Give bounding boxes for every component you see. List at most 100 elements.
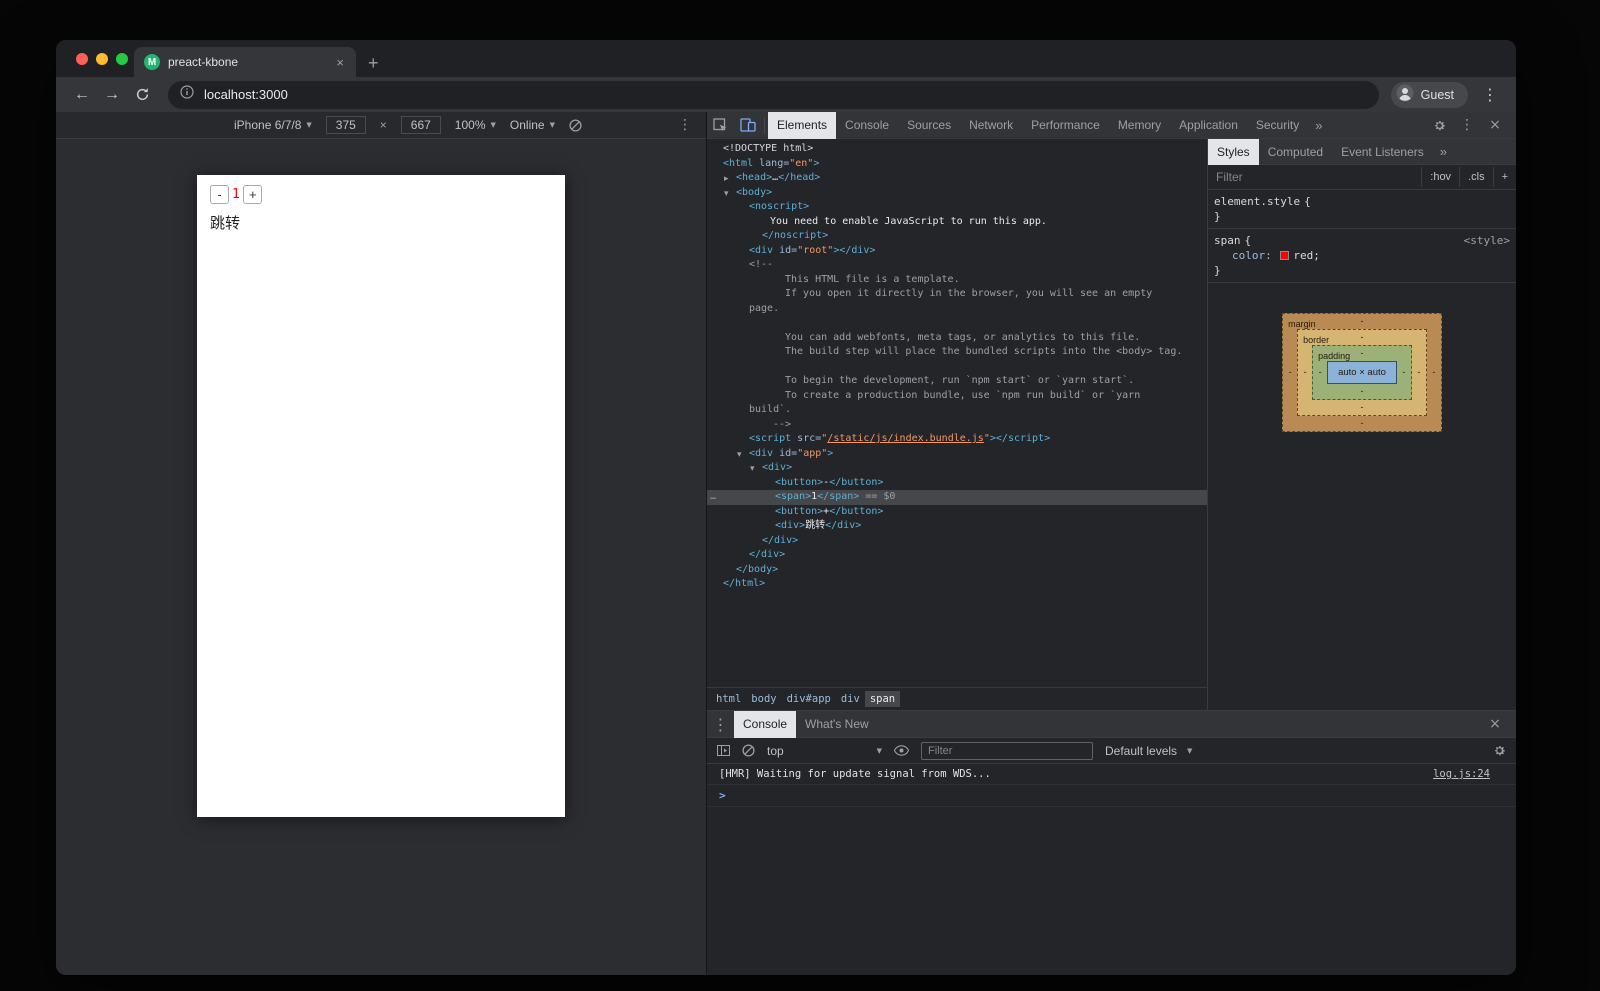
styles-tab-event-listeners[interactable]: Event Listeners [1332, 139, 1433, 165]
dom-tree-row[interactable] [707, 360, 1207, 375]
more-tabs-icon[interactable]: » [1308, 118, 1329, 133]
dom-tree-row[interactable]: </body> [707, 563, 1207, 578]
live-expression-eye-icon[interactable] [894, 745, 909, 756]
dom-tree-row[interactable]: </noscript> [707, 229, 1207, 244]
element-style-rule[interactable]: element.style{ [1208, 194, 1516, 209]
new-style-rule-button[interactable]: + [1493, 167, 1516, 187]
dom-tree-row[interactable]: </html> [707, 577, 1207, 592]
dom-tree-row[interactable]: build`. [707, 403, 1207, 418]
dom-tree-row[interactable]: page. [707, 302, 1207, 317]
zoom-window-button[interactable] [116, 53, 128, 65]
breadcrumb-item-div[interactable]: div [836, 691, 865, 707]
device-select[interactable]: iPhone 6/7/8 ▼ [234, 118, 312, 132]
rule-origin-link[interactable]: <style> [1464, 233, 1510, 248]
minimize-window-button[interactable] [96, 53, 108, 65]
dom-tree-row[interactable]: …<span>1</span> == $0 [707, 490, 1207, 505]
viewport-height-input[interactable]: 667 [401, 116, 441, 134]
zoom-select[interactable]: 100% ▼ [455, 118, 496, 132]
breadcrumb-item-span[interactable]: span [865, 691, 900, 707]
tab-close-icon[interactable]: × [334, 55, 346, 70]
forward-icon[interactable]: → [98, 81, 126, 109]
dom-tree-row[interactable]: If you open it directly in the browser, … [707, 287, 1207, 302]
toggle-pseudo-classes-button[interactable]: :hov [1421, 167, 1459, 187]
dom-tree-row[interactable]: </div> [707, 534, 1207, 549]
browser-tab[interactable]: M preact-kbone × [134, 47, 356, 77]
drawer-menu-kebab-icon[interactable]: ⋮ [707, 711, 734, 738]
css-declaration[interactable]: color: red; [1208, 248, 1516, 263]
dom-tree-row[interactable]: <button>+</button> [707, 505, 1207, 520]
collapse-arrow-icon[interactable]: ▾ [724, 187, 729, 202]
dom-tree-row[interactable]: To begin the development, run `npm start… [707, 374, 1207, 389]
toggle-element-classes-button[interactable]: .cls [1459, 167, 1493, 187]
console-filter-input[interactable] [921, 742, 1093, 760]
box-model-content[interactable]: auto × auto [1327, 361, 1397, 384]
breadcrumb-item-html[interactable]: html [711, 691, 746, 707]
dom-tree-row[interactable]: <html lang="en"> [707, 157, 1207, 172]
dom-tree-row[interactable]: You need to enable JavaScript to run thi… [707, 215, 1207, 230]
dom-tree-row[interactable] [707, 316, 1207, 331]
devtools-tab-console[interactable]: Console [836, 112, 898, 139]
profile-button[interactable]: Guest [1391, 82, 1468, 108]
dom-tree-row[interactable]: <!DOCTYPE html> [707, 142, 1207, 157]
console-context-select[interactable]: top ▼ [767, 744, 882, 758]
styles-tab-computed[interactable]: Computed [1259, 139, 1332, 165]
decrement-button[interactable]: - [210, 185, 229, 204]
dom-tree-row[interactable]: You can add webfonts, meta tags, or anal… [707, 331, 1207, 346]
dom-tree-row[interactable]: <div id="root"></div> [707, 244, 1207, 259]
devtools-menu-kebab-icon[interactable]: ⋮ [1456, 117, 1478, 133]
throttling-select[interactable]: Online ▼ [510, 118, 555, 132]
jump-link[interactable]: 跳转 [210, 212, 552, 233]
toggle-device-toolbar-icon[interactable] [734, 112, 761, 139]
box-model-padding[interactable]: padding - - - - auto × auto [1312, 345, 1412, 400]
clear-console-icon[interactable] [742, 744, 755, 757]
console-settings-gear-icon[interactable] [1493, 744, 1506, 757]
devtools-tab-performance[interactable]: Performance [1022, 112, 1109, 139]
increment-button[interactable]: + [243, 185, 262, 204]
dom-tree-row[interactable]: <div>跳转</div> [707, 519, 1207, 534]
devtools-tab-elements[interactable]: Elements [768, 112, 836, 139]
dom-tree-row[interactable]: This HTML file is a template. [707, 273, 1207, 288]
dom-tree-row[interactable]: <button>-</button> [707, 476, 1207, 491]
inspect-element-icon[interactable] [707, 112, 734, 139]
span-rule-header[interactable]: <style> span{ [1208, 233, 1516, 248]
dom-tree-row[interactable]: ▾<div> [707, 461, 1207, 476]
dom-tree-row[interactable]: <noscript> [707, 200, 1207, 215]
console-sidebar-icon[interactable] [717, 745, 730, 756]
collapse-arrow-icon[interactable]: ▾ [750, 462, 755, 477]
address-bar[interactable]: localhost:3000 [168, 81, 1379, 109]
devtools-tab-memory[interactable]: Memory [1109, 112, 1170, 139]
styles-filter-input[interactable] [1208, 170, 1421, 184]
devtools-tab-application[interactable]: Application [1170, 112, 1247, 139]
more-tabs-icon[interactable]: » [1433, 144, 1454, 159]
console-tab-console[interactable]: Console [734, 711, 796, 738]
console-prompt[interactable]: > [707, 785, 1516, 807]
reload-icon[interactable] [128, 81, 156, 109]
console-tab-what-s-new[interactable]: What's New [796, 711, 878, 738]
device-toolbar-menu-kebab-icon[interactable]: ⋮ [678, 117, 692, 133]
breadcrumb-item-div-app[interactable]: div#app [782, 691, 836, 707]
browser-menu-kebab-icon[interactable]: ⋮ [1476, 81, 1504, 109]
dom-tree-row[interactable]: The build step will place the bundled sc… [707, 345, 1207, 360]
drawer-close-icon[interactable]: × [1484, 716, 1506, 732]
collapse-arrow-icon[interactable]: ▾ [737, 448, 742, 463]
dom-tree-row[interactable]: To create a production bundle, use `npm … [707, 389, 1207, 404]
dom-tree-row[interactable]: ▸<head>…</head> [707, 171, 1207, 186]
dom-tree-row[interactable]: </div> [707, 548, 1207, 563]
devtools-close-icon[interactable]: × [1484, 117, 1506, 133]
css-color-swatch[interactable] [1280, 251, 1289, 260]
dom-tree-row[interactable]: <script src="/static/js/index.bundle.js"… [707, 432, 1207, 447]
dom-tree-row[interactable]: ▾<div id="app"> [707, 447, 1207, 462]
dom-tree-row[interactable]: <!-- [707, 258, 1207, 273]
console-source-link[interactable]: log.js:24 [1433, 768, 1490, 780]
code-link[interactable]: /static/js/index.bundle.js [827, 433, 984, 444]
expand-arrow-icon[interactable]: ▸ [724, 172, 729, 187]
devtools-tab-sources[interactable]: Sources [898, 112, 960, 139]
breadcrumb-item-body[interactable]: body [746, 691, 781, 707]
dom-tree-row[interactable]: --> [707, 418, 1207, 433]
close-window-button[interactable] [76, 53, 88, 65]
box-model-border[interactable]: border - - - - padding - - - [1297, 329, 1427, 416]
console-levels-select[interactable]: Default levels ▼ [1105, 744, 1192, 758]
dom-tree-row[interactable]: ▾<body> [707, 186, 1207, 201]
devtools-settings-gear-icon[interactable] [1428, 119, 1450, 132]
page-info-icon[interactable] [180, 85, 194, 104]
